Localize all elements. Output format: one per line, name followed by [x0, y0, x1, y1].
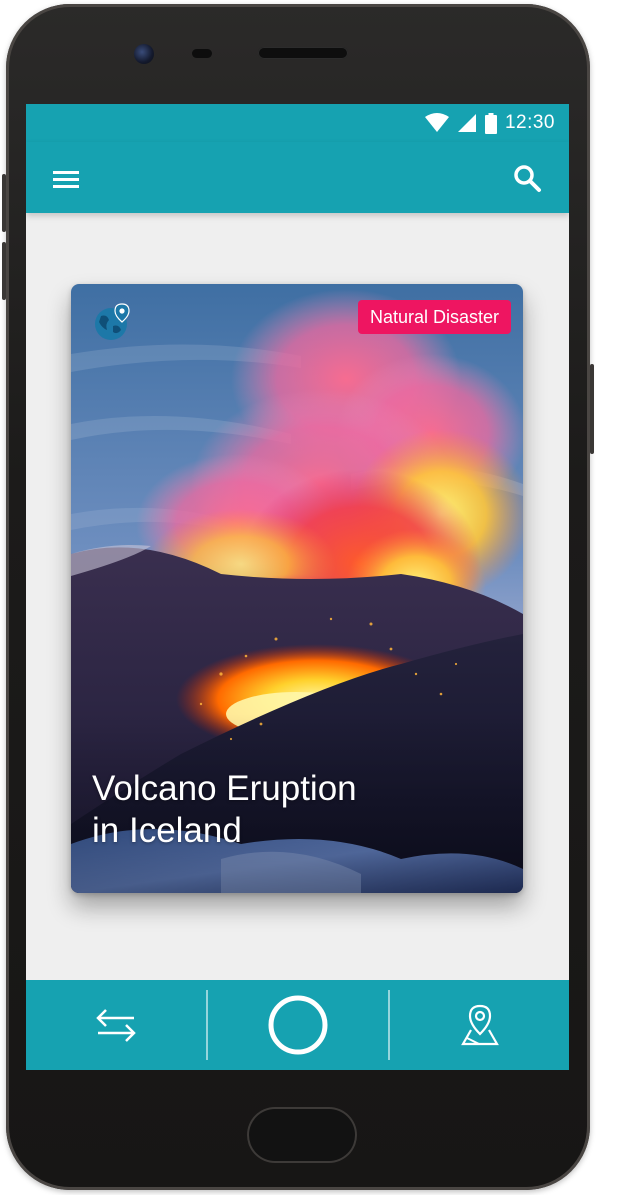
- volume-button: [2, 242, 6, 300]
- front-camera: [134, 44, 154, 64]
- card-title-line-2: in Iceland: [92, 811, 242, 850]
- wifi-icon: [424, 113, 449, 132]
- map-button[interactable]: [390, 980, 569, 1070]
- card-title-line-1: Volcano Eruption: [92, 769, 357, 808]
- swap-arrows-icon: [96, 1009, 136, 1042]
- proximity-sensor: [192, 49, 212, 58]
- status-time: 12:30: [504, 112, 555, 133]
- battery-icon: [484, 112, 497, 134]
- card-title: Volcano Eruption in Iceland: [92, 768, 472, 852]
- globe-pin-icon: [95, 303, 130, 340]
- home-button[interactable]: [247, 1107, 357, 1163]
- app-bar: [26, 142, 569, 213]
- menu-button[interactable]: [50, 164, 84, 194]
- menu-icon: [53, 171, 79, 188]
- news-card[interactable]: Natural Disaster Volcano Eruption in Ice…: [71, 284, 523, 893]
- category-badge: Natural Disaster: [357, 300, 511, 334]
- home-circle-button[interactable]: [208, 980, 388, 1070]
- earpiece-speaker: [258, 47, 348, 59]
- search-button[interactable]: [511, 162, 545, 196]
- map-pin-icon: [460, 1004, 499, 1046]
- bottom-navigation: [26, 980, 569, 1070]
- status-bar: 12:30: [26, 104, 569, 142]
- circle-home-icon: [268, 995, 328, 1055]
- cellular-signal-icon: [457, 114, 476, 132]
- app-screen: 12:30 Natural Disaster Volcano Eruption …: [26, 104, 569, 1070]
- volume-button: [2, 174, 6, 232]
- swap-button[interactable]: [26, 980, 206, 1070]
- power-button: [590, 364, 594, 454]
- search-icon: [514, 165, 541, 192]
